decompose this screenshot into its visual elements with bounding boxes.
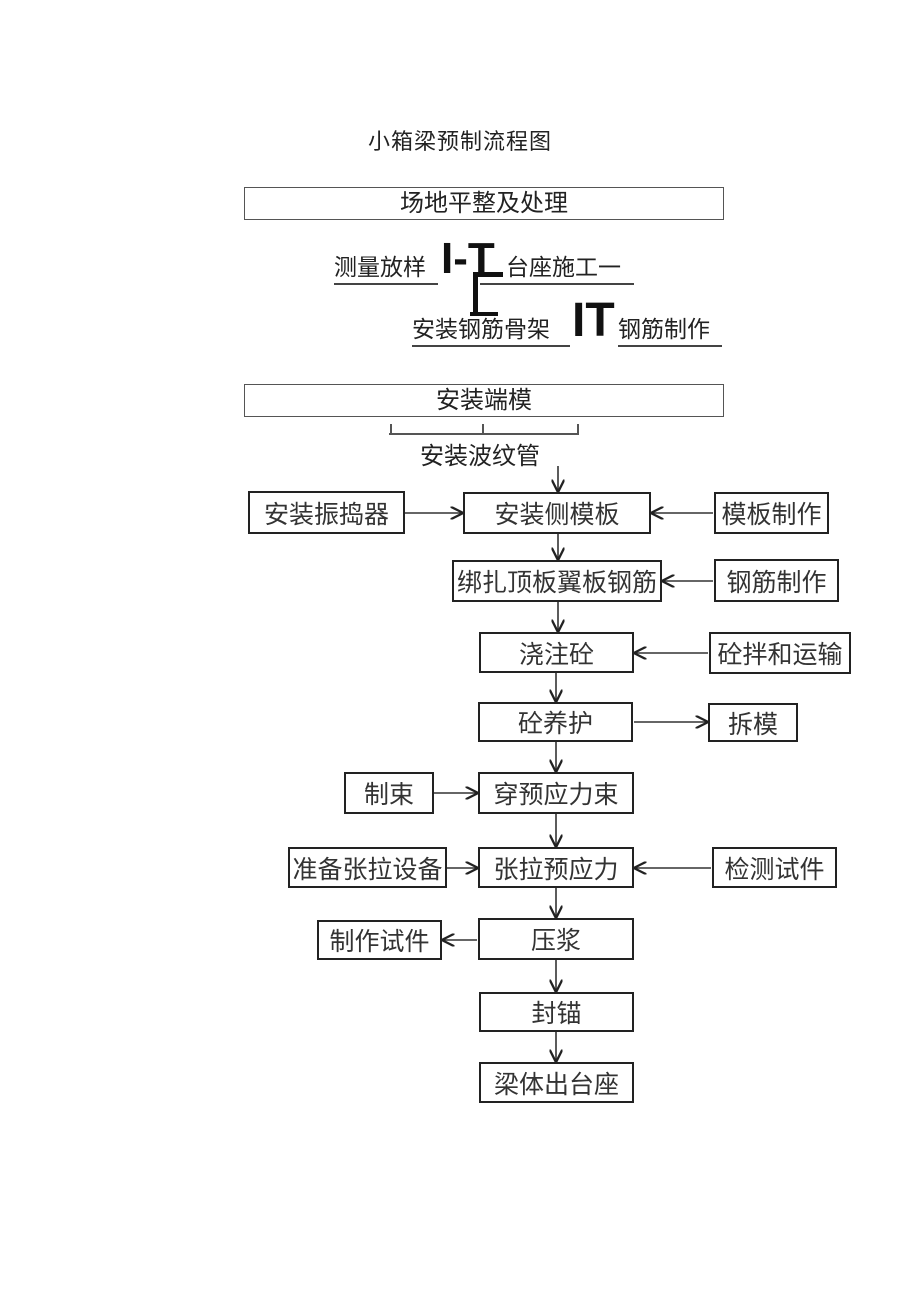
flow-edges bbox=[405, 466, 713, 1301]
